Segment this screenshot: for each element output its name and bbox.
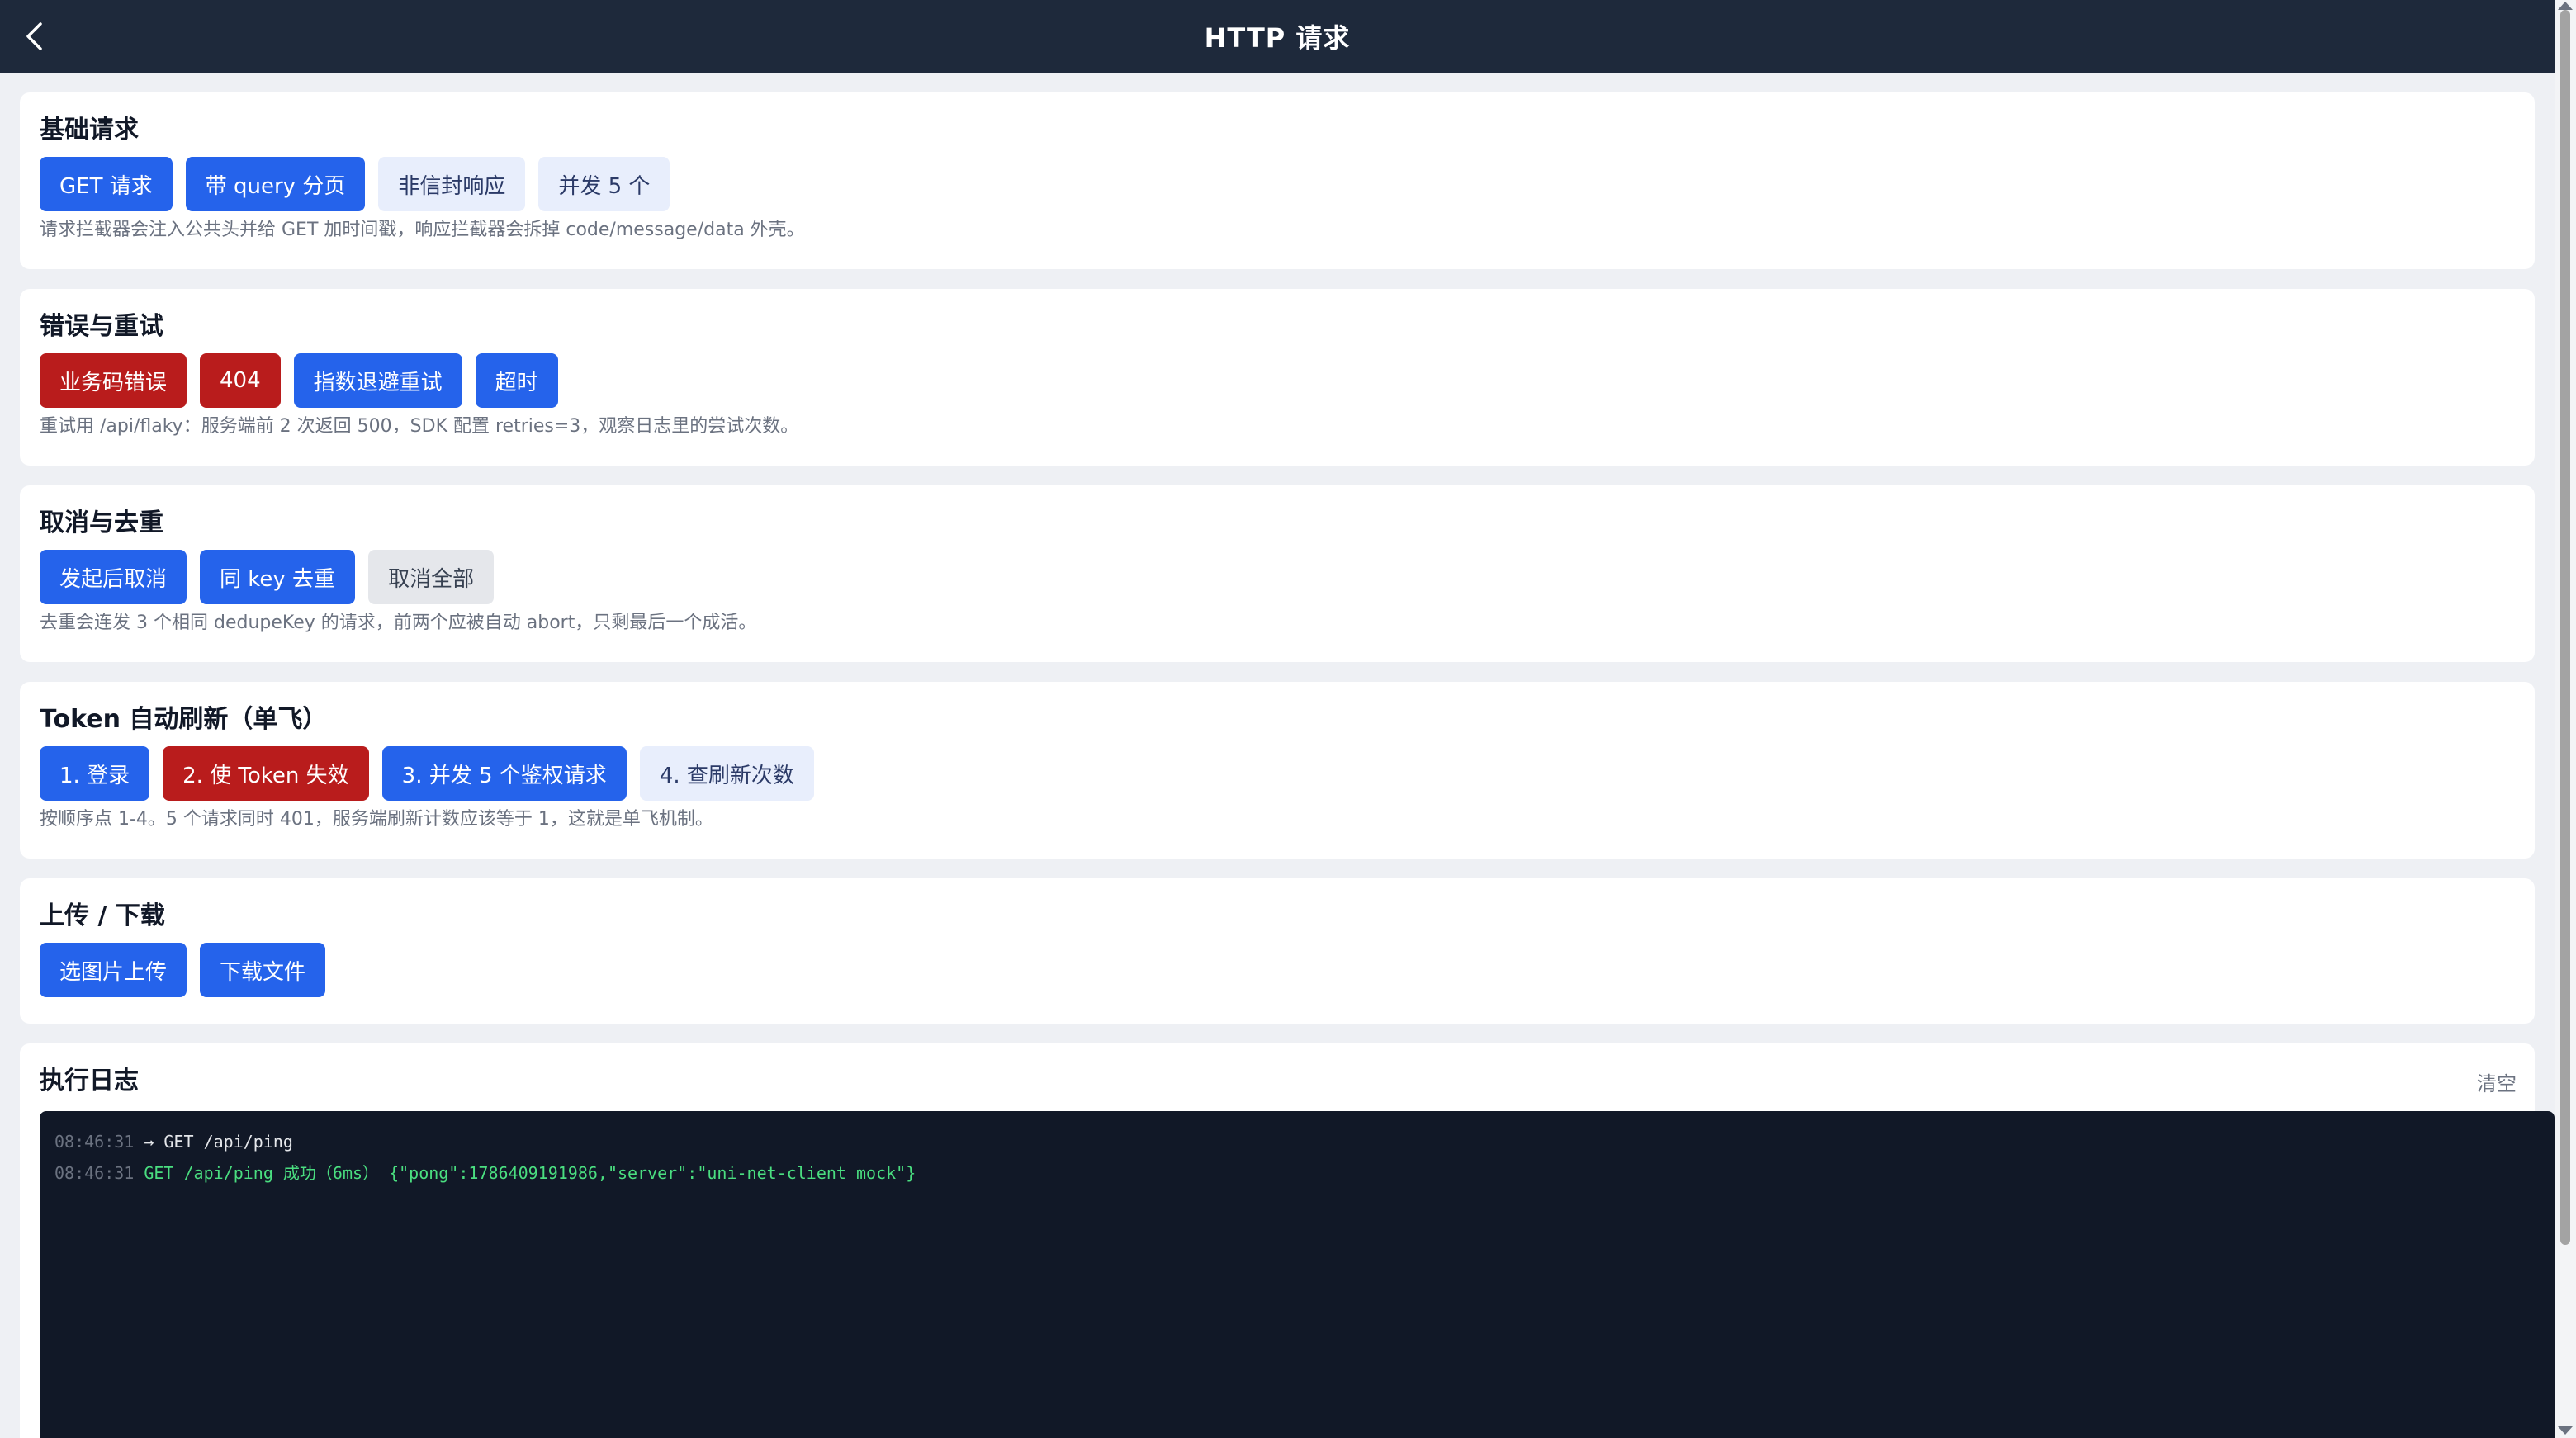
button-row: 发起后取消 同 key 去重 取消全部 bbox=[40, 550, 2515, 604]
button-row: 1. 登录 2. 使 Token 失效 3. 并发 5 个鉴权请求 4. 查刷新… bbox=[40, 746, 2515, 801]
timeout-button[interactable]: 超时 bbox=[475, 353, 558, 408]
button-row: GET 请求 带 query 分页 非信封响应 并发 5 个 bbox=[40, 157, 2515, 211]
start-then-cancel-button[interactable]: 发起后取消 bbox=[40, 550, 187, 604]
log-panel: 08:46:31 → GET /api/ping 08:46:31 GET /api… bbox=[40, 1111, 2555, 1438]
refresh-count-button[interactable]: 4. 查刷新次数 bbox=[639, 746, 814, 801]
section-hint: 请求拦截器会注入公共头并给 GET 加时间戳，响应拦截器会拆掉 code/mes… bbox=[40, 220, 805, 240]
section-error-retry: 错误与重试 业务码错误 404 指数退避重试 超时 重试用 /api/flaky… bbox=[20, 289, 2535, 466]
log-message: → GET /api/ping bbox=[144, 1132, 293, 1152]
concurrent-auth-button[interactable]: 3. 并发 5 个鉴权请求 bbox=[381, 746, 627, 801]
section-title: 执行日志 bbox=[40, 1067, 139, 1095]
section-title: 取消与去重 bbox=[40, 509, 163, 537]
back-button[interactable] bbox=[15, 17, 54, 56]
log-message: GET /api/ping 成功（6ms） {"pong":1786409191… bbox=[144, 1163, 916, 1183]
vertical-scrollbar[interactable] bbox=[2555, 0, 2576, 1438]
section-cancel-dedupe: 取消与去重 发起后取消 同 key 去重 取消全部 去重会连发 3 个相同 de… bbox=[20, 485, 2535, 662]
section-hint: 按顺序点 1-4。5 个请求同时 401，服务端刷新计数应该等于 1，这就是单飞… bbox=[40, 809, 713, 830]
log-time: 08:46:31 bbox=[54, 1163, 135, 1183]
concurrent-five-button[interactable]: 并发 5 个 bbox=[538, 157, 670, 211]
section-hint: 重试用 /api/flaky：服务端前 2 次返回 500，SDK 配置 ret… bbox=[40, 416, 799, 437]
upload-image-button[interactable]: 选图片上传 bbox=[40, 943, 187, 997]
section-log: 执行日志 清空 08:46:31 → GET /api/ping 08:46:31… bbox=[20, 1043, 2555, 1438]
section-title: 基础请求 bbox=[40, 116, 139, 144]
section-hint: 去重会连发 3 个相同 dedupeKey 的请求，前两个应被自动 abort，… bbox=[40, 613, 757, 633]
invalidate-token-button[interactable]: 2. 使 Token 失效 bbox=[163, 746, 369, 801]
section-upload-download: 上传 / 下载 选图片上传 下载文件 bbox=[20, 878, 2535, 1024]
business-error-button[interactable]: 业务码错误 bbox=[40, 353, 187, 408]
non-envelope-button[interactable]: 非信封响应 bbox=[378, 157, 526, 211]
login-button[interactable]: 1. 登录 bbox=[40, 746, 150, 801]
scroll-down-icon[interactable] bbox=[2558, 1426, 2573, 1435]
scroll-up-icon[interactable] bbox=[2558, 2, 2573, 10]
navbar: HTTP 请求 bbox=[0, 0, 2555, 73]
not-found-button[interactable]: 404 bbox=[200, 353, 281, 408]
chevron-left-icon bbox=[26, 22, 42, 50]
log-header: 执行日志 清空 bbox=[40, 1065, 2517, 1098]
section-title: 错误与重试 bbox=[40, 312, 163, 341]
button-row: 选图片上传 下载文件 bbox=[40, 943, 2515, 997]
exponential-retry-button[interactable]: 指数退避重试 bbox=[293, 353, 462, 408]
section-title: Token 自动刷新（单飞） bbox=[40, 705, 328, 734]
log-line: 08:46:31 GET /api/ping 成功（6ms） {"pong":17… bbox=[54, 1157, 2540, 1189]
section-basic: 基础请求 GET 请求 带 query 分页 非信封响应 并发 5 个 请求拦截… bbox=[20, 92, 2535, 269]
download-file-button[interactable]: 下载文件 bbox=[200, 943, 326, 997]
query-paging-button[interactable]: 带 query 分页 bbox=[185, 157, 366, 211]
main-content: 基础请求 GET 请求 带 query 分页 非信封响应 并发 5 个 请求拦截… bbox=[20, 92, 2555, 1438]
log-line: 08:46:31 → GET /api/ping bbox=[54, 1126, 2540, 1157]
same-key-dedupe-button[interactable]: 同 key 去重 bbox=[200, 550, 356, 604]
cancel-all-button[interactable]: 取消全部 bbox=[368, 550, 495, 604]
section-title: 上传 / 下载 bbox=[40, 901, 165, 930]
page-title: HTTP 请求 bbox=[1204, 22, 1351, 54]
scroll-thumb[interactable] bbox=[2560, 10, 2570, 1245]
get-request-button[interactable]: GET 请求 bbox=[40, 157, 173, 211]
button-row: 业务码错误 404 指数退避重试 超时 bbox=[40, 353, 2515, 408]
clear-log-button[interactable]: 清空 bbox=[2477, 1067, 2517, 1096]
section-token-refresh: Token 自动刷新（单飞） 1. 登录 2. 使 Token 失效 3. 并发… bbox=[20, 682, 2535, 859]
log-time: 08:46:31 bbox=[54, 1132, 135, 1152]
